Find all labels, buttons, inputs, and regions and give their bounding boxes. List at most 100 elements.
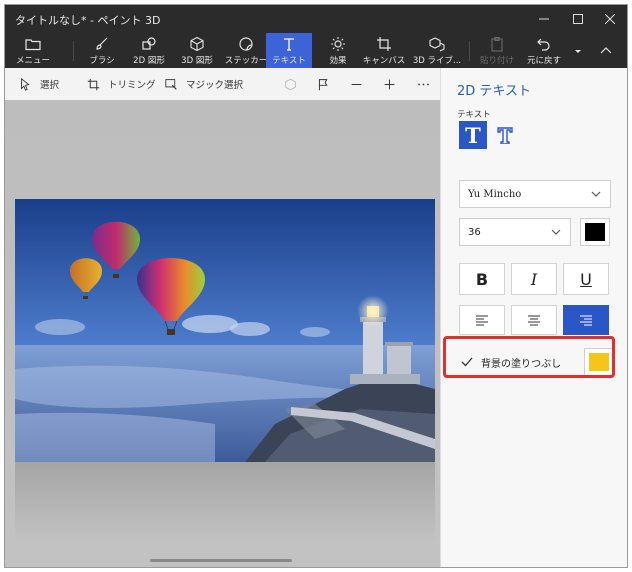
effects-icon	[331, 37, 345, 51]
maximize-button[interactable]	[561, 5, 595, 33]
tool-stickers-label: ステッカー	[224, 56, 268, 66]
tool-3d-library-label: 3D ライブ...	[412, 56, 462, 66]
3d-view-button[interactable]	[275, 68, 305, 100]
text-color-button[interactable]	[580, 218, 610, 246]
close-icon	[605, 14, 615, 24]
ellipsis-icon	[417, 83, 429, 85]
2d-text-type-button[interactable]: T	[459, 121, 487, 149]
align-right-icon	[580, 315, 592, 326]
text-color-swatch	[585, 223, 605, 241]
3d-view-icon	[284, 78, 296, 90]
chevron-down-icon	[591, 191, 601, 197]
highlight-annotation	[443, 336, 615, 378]
canvas-reflection	[15, 462, 435, 542]
tool-brush[interactable]: ブラシ	[83, 33, 121, 68]
magic-select-icon	[165, 78, 177, 90]
canvas-image[interactable]	[15, 199, 435, 462]
canvas-toolbar: 選択 トリミング マジック選択	[5, 68, 440, 100]
caret-down-icon	[575, 49, 581, 53]
clipboard-icon	[491, 36, 503, 52]
window-title: タイトルなし* - ペイント 3D	[15, 14, 161, 27]
undo-button[interactable]: 元に戻す	[523, 33, 565, 68]
magic-select-tool[interactable]: マジック選択	[165, 68, 243, 100]
text-icon	[284, 38, 294, 51]
tool-brush-label: ブラシ	[89, 56, 115, 66]
minimize-icon	[539, 18, 549, 20]
tool-effects[interactable]: 効果	[319, 33, 357, 68]
3d-text-type-button[interactable]	[491, 121, 519, 149]
menu-label: メニュー	[15, 56, 50, 66]
ribbon-divider	[469, 41, 470, 61]
tool-3d-shapes[interactable]: 3D 図形	[175, 33, 219, 68]
more-options-button[interactable]	[408, 68, 438, 100]
font-family-dropdown[interactable]: Yu Mincho	[459, 180, 611, 208]
tool-text-label: テキスト	[272, 56, 306, 66]
tool-3d-library[interactable]: 3D ライブ...	[413, 33, 461, 68]
paint3d-window: タイトルなし* - ペイント 3D メニュー ブラシ 2D 図形 3D 図形 ス…	[4, 4, 628, 568]
plus-icon	[384, 79, 394, 89]
tool-canvas[interactable]: キャンバス	[361, 33, 407, 68]
undo-icon	[537, 38, 550, 51]
2d-shapes-icon	[142, 37, 156, 50]
text-t-icon: T	[465, 122, 481, 148]
close-button[interactable]	[593, 5, 627, 33]
align-center-icon	[528, 315, 540, 326]
text-section-label: テキスト	[457, 110, 491, 120]
bold-button[interactable]: B	[459, 263, 505, 295]
cursor-icon	[20, 77, 30, 91]
align-left-icon	[476, 315, 488, 326]
panel-title: 2D テキスト	[457, 84, 532, 99]
minimize-button[interactable]	[527, 5, 561, 33]
brush-icon	[96, 37, 108, 50]
chevron-down-icon	[551, 229, 561, 235]
select-tool[interactable]: 選択	[19, 68, 59, 100]
canvas-area[interactable]	[5, 100, 440, 567]
sticker-icon	[239, 37, 253, 51]
italic-button[interactable]: I	[511, 263, 557, 295]
font-size-dropdown[interactable]: 36	[459, 218, 571, 246]
zoom-in-button[interactable]	[374, 68, 404, 100]
tool-text[interactable]: テキスト	[266, 33, 312, 68]
canvas-icon	[377, 37, 391, 51]
align-left-button[interactable]	[459, 305, 505, 335]
3d-shapes-icon	[190, 36, 204, 52]
maximize-icon	[573, 14, 583, 24]
align-center-button[interactable]	[511, 305, 557, 335]
tool-stickers[interactable]: ステッカー	[223, 33, 269, 68]
magic-select-label: マジック選択	[186, 80, 244, 91]
font-size-value: 36	[468, 226, 481, 238]
chevron-up-icon	[600, 46, 612, 53]
paste-button[interactable]: 貼り付け	[477, 33, 517, 68]
select-label: 選択	[40, 80, 60, 91]
tool-2d-shapes-label: 2D 図形	[133, 56, 165, 66]
tool-effects-label: 効果	[329, 56, 347, 66]
title-bar: タイトルなし* - ペイント 3D	[5, 5, 627, 33]
history-dropdown-button[interactable]	[569, 33, 587, 68]
flag-icon	[318, 78, 328, 90]
bold-label: B	[475, 269, 489, 289]
3d-library-icon	[429, 37, 445, 52]
collapse-ribbon-button[interactable]	[591, 33, 621, 68]
paste-label: 貼り付け	[479, 56, 514, 66]
flag-button[interactable]	[308, 68, 338, 100]
tool-canvas-label: キャンバス	[362, 56, 406, 66]
menu-button[interactable]: メニュー	[11, 33, 55, 68]
ribbon: メニュー ブラシ 2D 図形 3D 図形 ステッカー テキスト 効果 キャンバス…	[5, 33, 627, 68]
align-right-button[interactable]	[563, 305, 609, 335]
tool-3d-shapes-label: 3D 図形	[181, 56, 213, 66]
text-properties-panel: 2D テキスト テキスト T Yu Mincho 36 B I U 背景の塗りつ…	[440, 68, 627, 567]
horizontal-scrollbar[interactable]	[150, 559, 292, 562]
zoom-out-button[interactable]	[341, 68, 371, 100]
tool-2d-shapes[interactable]: 2D 図形	[127, 33, 171, 68]
undo-label: 元に戻す	[526, 56, 561, 66]
crop-icon	[87, 78, 100, 90]
crop-tool[interactable]: トリミング	[87, 68, 156, 100]
underline-button[interactable]: U	[563, 263, 609, 295]
minus-icon	[351, 83, 361, 85]
italic-label: I	[530, 269, 538, 289]
ribbon-divider	[73, 41, 74, 61]
underline-label: U	[580, 269, 592, 289]
font-family-value: Yu Mincho	[468, 188, 522, 200]
crop-label: トリミング	[108, 80, 156, 91]
lighthouse-balloons-image	[15, 199, 435, 462]
